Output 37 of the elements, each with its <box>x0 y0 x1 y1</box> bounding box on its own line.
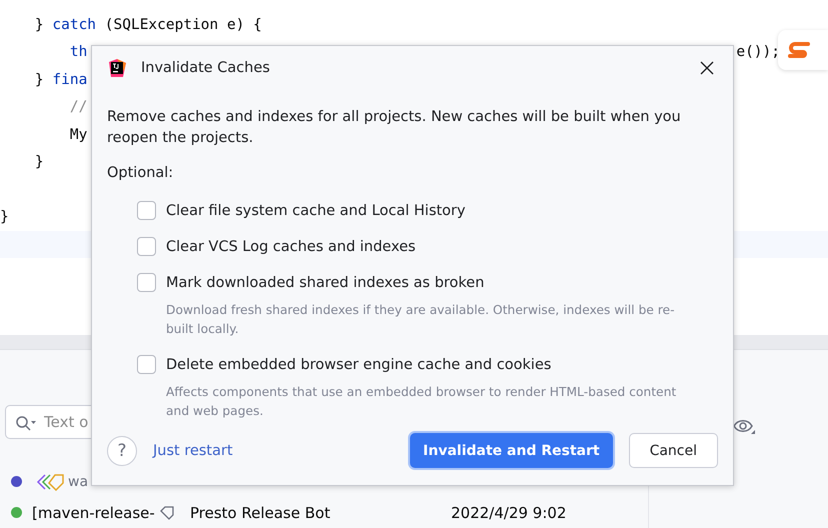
invalidate-button[interactable]: Invalidate and Restart <box>410 433 613 468</box>
help-button[interactable]: ? <box>107 436 137 466</box>
code-text: // <box>68 99 88 116</box>
close-icon <box>700 61 714 76</box>
code-text: } <box>34 72 45 88</box>
input-method-icon <box>787 40 811 60</box>
dialog-description: Remove caches and indexes for all projects. New caches will be built when you reopen the projects. <box>107 108 682 148</box>
input-method-badge[interactable] <box>778 30 828 70</box>
option-hint: Download fresh shared indexes if they are available. Otherwise, indexes will be re-built locally. <box>166 302 676 338</box>
commit-message: wa <box>68 474 88 490</box>
code-text: catch <box>52 16 96 33</box>
eye-icon[interactable] <box>733 418 755 434</box>
code-text: e()); <box>736 44 780 60</box>
code-text: (SQLException e) { <box>104 16 262 33</box>
app-icon <box>107 58 127 78</box>
code-text: My <box>68 126 88 143</box>
option-label: Clear file system cache and Local History <box>166 202 466 218</box>
optional-label: Optional: <box>107 164 174 180</box>
checkbox[interactable] <box>137 237 156 256</box>
option-hint: Affects components that use an embedded browser to render HTML-based content and web pages. <box>166 384 678 420</box>
code-text: fina <box>52 72 88 88</box>
commit-date: 2022/4/29 9:02 <box>451 504 566 522</box>
code-text: } <box>34 154 44 170</box>
commit-author: Presto Release Bot <box>190 504 332 522</box>
checkbox[interactable] <box>137 201 156 220</box>
checkbox[interactable] <box>137 273 156 292</box>
option-label: Delete embedded browser engine cache and cookies <box>166 356 552 372</box>
code-text: } <box>34 16 45 33</box>
code-text: th <box>68 44 88 60</box>
option-label: Mark downloaded shared indexes as broken <box>166 274 484 290</box>
just-restart-link[interactable]: Just restart <box>153 442 233 459</box>
cancel-button[interactable]: Cancel <box>628 433 718 468</box>
dialog-title: Invalidate Caches <box>141 60 270 76</box>
search-icon <box>15 415 37 431</box>
checkbox[interactable] <box>137 355 156 374</box>
option-label: Clear VCS Log caches and indexes <box>166 238 416 254</box>
code-text: } <box>0 209 9 226</box>
